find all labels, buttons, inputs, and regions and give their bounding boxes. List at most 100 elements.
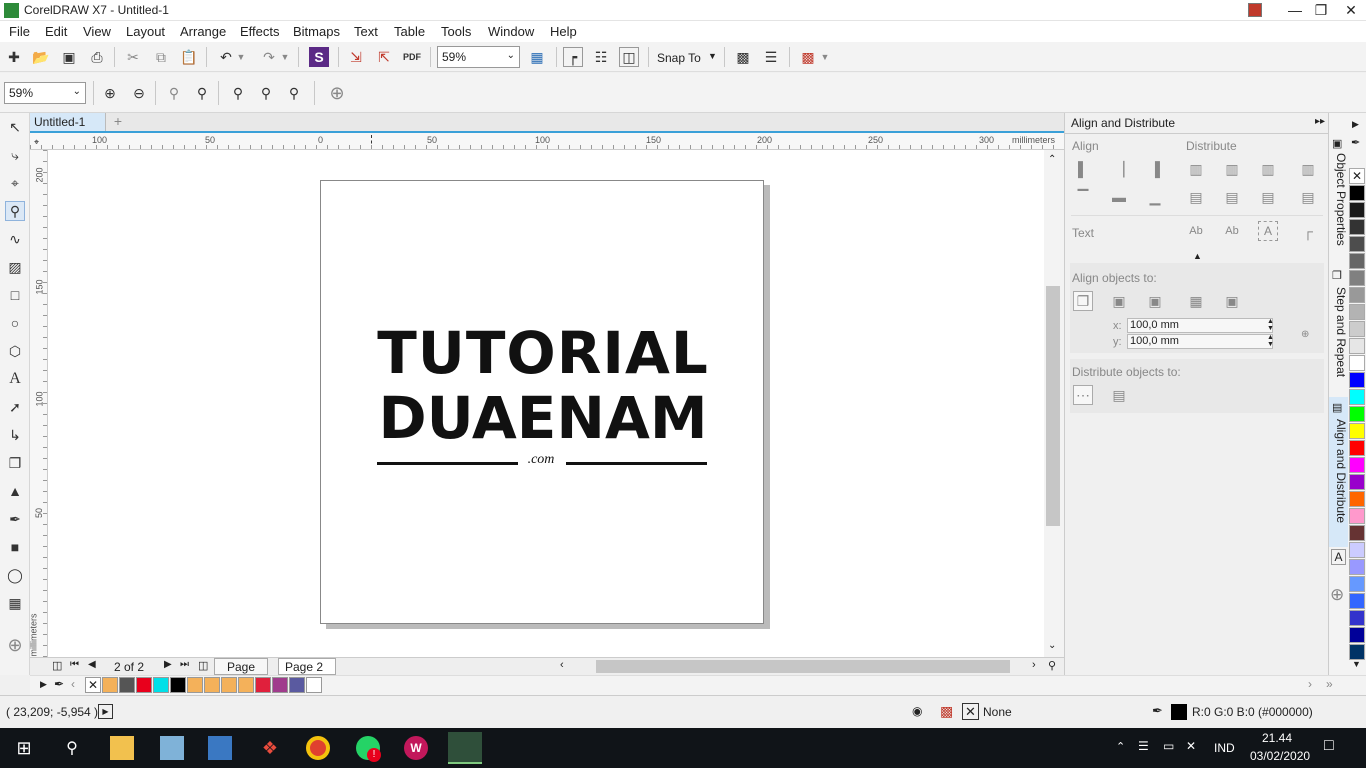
print-icon[interactable]: ⎙ [87, 47, 107, 67]
document-palette-scroll-right-icon[interactable]: › [1308, 677, 1312, 691]
menu-window[interactable]: Window [488, 24, 534, 39]
align-to-active-objects-icon[interactable]: ❐ [1073, 291, 1093, 311]
chrome-icon[interactable] [306, 736, 330, 760]
menu-tools[interactable]: Tools [441, 24, 471, 39]
status-menu-icon[interactable]: ▶ [98, 704, 113, 719]
zoom-out-icon[interactable]: ⊖ [129, 83, 149, 103]
export-icon[interactable]: ⇱ [374, 47, 394, 67]
document-palette-swatch[interactable] [136, 677, 152, 693]
distribute-right-icon[interactable]: ▥ [1298, 159, 1318, 179]
zoom-to-page-icon[interactable]: ⚲ [228, 83, 248, 103]
full-screen-preview-icon[interactable]: ▦ [527, 47, 547, 67]
first-page-icon[interactable]: ⏮ [70, 659, 79, 670]
document-palette-swatch[interactable] [272, 677, 288, 693]
artwork-line2[interactable]: DUAENAM [373, 389, 713, 447]
collapse-section-icon[interactable]: ▲ [1193, 251, 1202, 261]
menu-effects[interactable]: Effects [240, 24, 280, 39]
no-color-swatch[interactable]: ✕ [1349, 168, 1365, 184]
outline-pen-icon[interactable]: ✒ [1152, 703, 1163, 719]
zoom-levels-combo[interactable]: 59% ⌄ [437, 46, 520, 68]
paint-icon[interactable]: ❖ [258, 736, 282, 760]
distribute-center-v-icon[interactable]: ▤ [1222, 187, 1242, 207]
show-rulers-icon[interactable]: ┍ [563, 47, 583, 67]
horizontal-ruler[interactable]: ⌖ 100 50 0 50 100 150 200 250 300 millim… [30, 133, 1064, 150]
welcome-screen-icon[interactable]: ▩ [733, 47, 753, 67]
input-language[interactable]: IND [1214, 741, 1235, 755]
clock-time[interactable]: 21.44 [1262, 731, 1292, 745]
menu-bitmaps[interactable]: Bitmaps [293, 24, 340, 39]
palette-swatch[interactable] [1349, 593, 1365, 609]
distribute-spacing-v-icon[interactable]: ▤ [1258, 187, 1278, 207]
palette-swatch[interactable] [1349, 457, 1365, 473]
palette-swatch[interactable] [1349, 508, 1365, 524]
color-proofing-icon[interactable]: ◉ [912, 704, 922, 718]
document-palette-swatch[interactable] [187, 677, 203, 693]
application-launcher-icon[interactable]: ▩ [798, 47, 818, 67]
next-page-icon[interactable]: ▶ [164, 659, 172, 670]
menu-view[interactable]: View [83, 24, 111, 39]
zoom-to-page-width-icon[interactable]: ⚲ [256, 83, 276, 103]
palette-swatch[interactable] [1349, 219, 1365, 235]
notifications-icon[interactable]: □ [1324, 737, 1334, 755]
copy-icon[interactable]: ⧉ [151, 47, 171, 67]
application-launcher-dropdown-icon[interactable]: ▼ [820, 47, 830, 67]
align-distribute-tab[interactable]: Align and Distribute [1329, 397, 1348, 547]
y-stepper-icon[interactable]: ▲ ▼ [1267, 334, 1274, 348]
vertical-scrollbar[interactable]: ⌃ ⌄ [1044, 150, 1064, 657]
outline-align-icon[interactable]: ┌ [1298, 221, 1318, 241]
palette-swatch[interactable] [1349, 338, 1365, 354]
mesh-fill-tool-icon[interactable]: ▦ [5, 593, 25, 613]
menu-layout[interactable]: Layout [126, 24, 165, 39]
pick-tool-icon[interactable]: ↖ [5, 117, 25, 137]
zoom-in-icon[interactable]: ⊕ [100, 83, 120, 103]
palette-swatch[interactable] [1349, 610, 1365, 626]
ellipse-tool-icon[interactable]: ○ [5, 313, 25, 333]
align-center-h-icon[interactable]: ▕ [1109, 159, 1129, 179]
palette-swatch[interactable] [1349, 525, 1365, 541]
last-page-icon[interactable]: ⏭ [180, 659, 189, 670]
publish-pdf-icon[interactable]: PDF [402, 47, 422, 67]
scroll-left-icon[interactable]: ‹ [560, 659, 564, 671]
color-eyedropper-tool-icon[interactable]: ✒ [5, 509, 25, 529]
align-to-point-icon[interactable]: ▣ [1222, 291, 1242, 311]
document-palette-swatch[interactable] [119, 677, 135, 693]
step-repeat-tab[interactable]: Step and Repeat [1330, 287, 1348, 387]
show-hidden-icons-icon[interactable]: ⌃ [1116, 740, 1125, 753]
scroll-right-icon[interactable]: › [1032, 659, 1036, 671]
shape-tool-icon[interactable]: ⤷ [5, 145, 25, 165]
document-palette-swatch[interactable] [238, 677, 254, 693]
palette-swatch[interactable] [1349, 406, 1365, 422]
zoom-tool-icon[interactable]: ⚲ [5, 201, 25, 221]
add-page-before-icon[interactable]: ◫ [52, 659, 62, 672]
vertical-scroll-thumb[interactable] [1046, 286, 1060, 526]
new-tab-icon[interactable]: + [110, 113, 126, 131]
add-page-after-icon[interactable]: ◫ [198, 659, 208, 672]
drawing-page[interactable]: TUTORIAL DUAENAM .com [320, 180, 764, 624]
align-right-icon[interactable]: ▐ [1145, 159, 1165, 179]
palette-swatch[interactable] [1349, 627, 1365, 643]
palette-swatch[interactable] [1349, 321, 1365, 337]
palette-swatch[interactable] [1349, 372, 1365, 388]
y-position-field[interactable]: 100,0 mm [1127, 334, 1273, 349]
document-palette-menu-icon[interactable]: ▶ [40, 679, 47, 690]
document-palette-swatch[interactable] [102, 677, 118, 693]
open-folder-icon[interactable]: 📂 [31, 47, 51, 67]
wps-office-icon[interactable]: W [404, 736, 428, 760]
polygon-tool-icon[interactable]: ⬡ [5, 341, 25, 361]
palette-swatch[interactable] [1349, 644, 1365, 660]
palette-swatch[interactable] [1349, 423, 1365, 439]
redo-icon[interactable]: ↷ [259, 47, 279, 67]
palette-swatch[interactable] [1349, 389, 1365, 405]
document-palette-scroll-left-icon[interactable]: ‹ [71, 677, 75, 691]
palette-swatch[interactable] [1349, 576, 1365, 592]
battery-icon[interactable]: ▭ [1163, 739, 1174, 753]
freehand-tool-icon[interactable]: ∿ [5, 229, 25, 249]
snap-to-button[interactable]: Snap To [657, 51, 701, 65]
document-palette-swatch[interactable] [170, 677, 186, 693]
palette-swatch[interactable] [1349, 202, 1365, 218]
distribute-to-page-icon[interactable]: ▤ [1109, 385, 1129, 405]
palette-swatch[interactable] [1349, 542, 1365, 558]
distribute-bottom-icon[interactable]: ▤ [1298, 187, 1318, 207]
scroll-down-icon[interactable]: ⌄ [1048, 640, 1056, 651]
document-palette-swatch[interactable] [221, 677, 237, 693]
